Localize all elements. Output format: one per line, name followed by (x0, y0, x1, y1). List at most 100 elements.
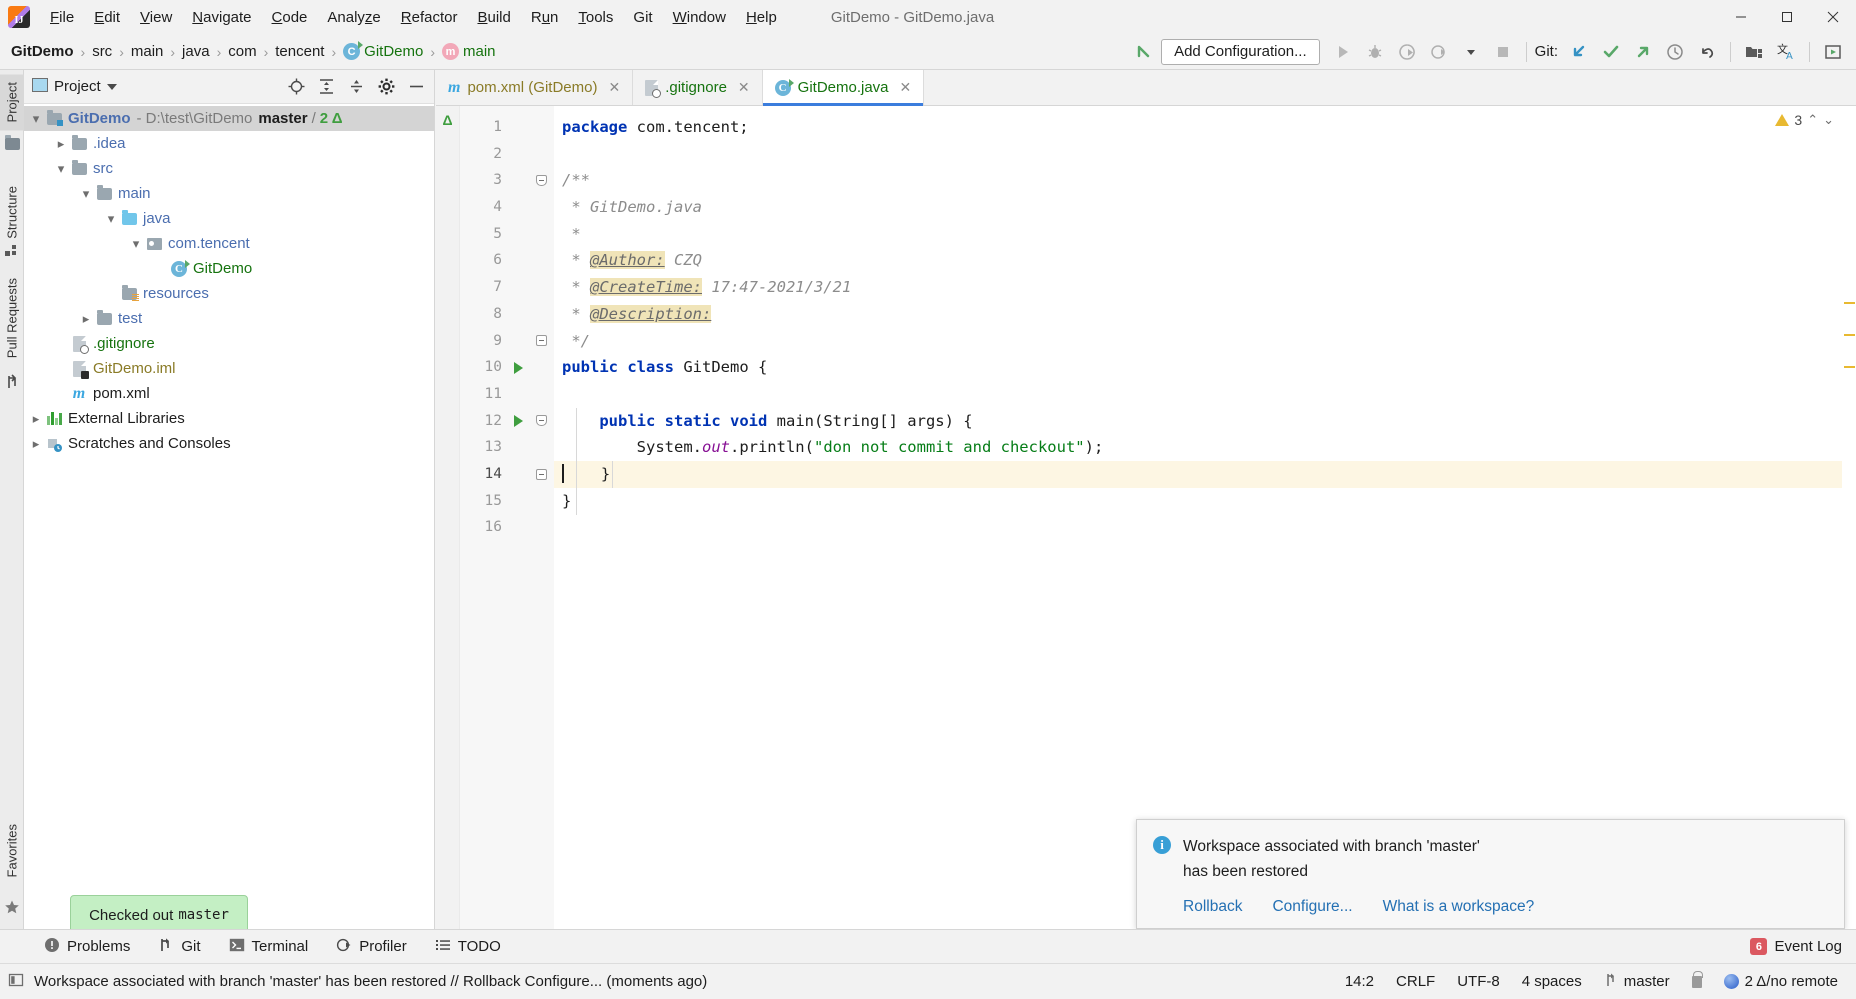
close-tab-icon[interactable]: ✕ (900, 79, 912, 96)
tree-node-gitdemo[interactable]: ▾ GitDemo - D:\test\GitDemo master/2 Δ (24, 106, 434, 131)
fold-toggle-icon[interactable] (528, 328, 554, 355)
next-problem-icon[interactable]: ⌄ (1823, 112, 1834, 128)
breadcrumb-item-main[interactable]: main (128, 41, 167, 62)
editor-tab-gitdemo-java[interactable]: C GitDemo.java ✕ (762, 70, 925, 106)
marker-rail[interactable] (1842, 142, 1856, 929)
add-configuration-button[interactable]: Add Configuration... (1161, 38, 1320, 65)
close-tab-icon[interactable]: ✕ (608, 79, 620, 96)
code-line[interactable]: /** (554, 167, 1856, 194)
marker-stripe[interactable] (1844, 366, 1855, 368)
menu-item-tools[interactable]: Tools (568, 5, 623, 30)
sidebar-item-pull-requests[interactable]: Pull Requests (0, 270, 24, 366)
breadcrumb-item-main[interactable]: m main (439, 41, 499, 62)
chevron-right-icon[interactable]: ▸ (28, 411, 44, 427)
tree-node-test[interactable]: ▸ test (24, 306, 434, 331)
code-line[interactable]: * @Description: (554, 301, 1856, 328)
debug-icon[interactable] (1360, 39, 1390, 65)
maximize-button[interactable] (1764, 0, 1810, 34)
chevron-right-icon[interactable]: ▸ (53, 136, 69, 152)
minimize-button[interactable] (1718, 0, 1764, 34)
tree-node--gitignore[interactable]: .gitignore (24, 331, 434, 356)
prev-problem-icon[interactable]: ⌃ (1807, 112, 1818, 128)
run-gutter[interactable] (508, 106, 528, 929)
fold-toggle-icon[interactable] (528, 461, 554, 488)
code-line[interactable]: * @Author: CZQ (554, 247, 1856, 274)
git-update-icon[interactable] (1564, 39, 1594, 65)
tool-window-git[interactable]: Git (144, 933, 214, 961)
run-with-coverage-icon[interactable] (1392, 39, 1422, 65)
code-editor[interactable]: Δ 1 2 3 4 5 6 7 8 9 10 11 12 13 14 15 16 package com.te… (436, 106, 1856, 929)
what-is-a-workspace-link[interactable]: What is a workspace? (1383, 898, 1535, 916)
menu-item-help[interactable]: Help (736, 5, 787, 30)
code-line[interactable]: public class GitDemo { (554, 354, 1856, 381)
event-log-button[interactable]: 6 Event Log (1750, 938, 1856, 955)
breadcrumb[interactable]: GitDemo › src › main › java › com › tencent › C GitDe… (8, 41, 499, 62)
tool-window-problems[interactable]: Problems (30, 933, 144, 961)
editor-tab--gitignore[interactable]: .gitignore ✕ (633, 70, 763, 105)
inspection-widget[interactable]: 3 ⌃ ⌄ (1775, 112, 1834, 128)
chevron-down-icon[interactable]: ▾ (128, 236, 144, 252)
line-separator[interactable]: CRLF (1396, 973, 1435, 990)
indent-setting[interactable]: 4 spaces (1522, 973, 1582, 990)
fold-toggle-icon[interactable] (528, 167, 554, 194)
translate-icon[interactable]: 文A (1771, 39, 1801, 65)
marker-stripe[interactable] (1844, 302, 1855, 304)
chevron-down-icon[interactable] (106, 83, 117, 90)
code-line[interactable] (554, 514, 1856, 541)
chevron-down-icon[interactable]: ▾ (103, 211, 119, 227)
tree-node-gitdemo-iml[interactable]: GitDemo.iml (24, 356, 434, 381)
menu-item-analyze[interactable]: Analyze (317, 5, 390, 30)
editor-tab-bar[interactable]: m pom.xml (GitDemo) ✕ .gitignore ✕ C GitDemo.j… (436, 70, 1856, 106)
code-line[interactable]: public static void main(String[] args) { (554, 408, 1856, 435)
tree-node-scratches-and-consoles[interactable]: ▸ Scratches and Consoles (24, 431, 434, 456)
status-toggle-icon[interactable] (8, 972, 24, 992)
code-line[interactable] (554, 381, 1856, 408)
menu-bar[interactable]: File Edit View Navigate Code Analyze Refactor B… (40, 5, 787, 30)
code-line[interactable]: */ (554, 328, 1856, 355)
breadcrumb-item-tencent[interactable]: tencent (272, 41, 327, 62)
tree-node-pom-xml[interactable]: m pom.xml (24, 381, 434, 406)
chevron-down-icon[interactable] (1456, 39, 1486, 65)
menu-item-navigate[interactable]: Navigate (182, 5, 261, 30)
git-push-icon[interactable] (1628, 39, 1658, 65)
rollback-link[interactable]: Rollback (1183, 898, 1242, 916)
menu-item-edit[interactable]: Edit (84, 5, 130, 30)
notification-balloon[interactable]: i Workspace associated with branch 'mast… (1136, 819, 1845, 929)
chevron-right-icon[interactable]: ▸ (28, 436, 44, 452)
git-rollback-icon[interactable] (1692, 39, 1722, 65)
code-line[interactable]: package com.tencent; (554, 114, 1856, 141)
tree-node-com-tencent[interactable]: ▾ com.tencent (24, 231, 434, 256)
lock-icon[interactable] (1691, 970, 1703, 988)
breadcrumb-item-gitdemo[interactable]: C GitDemo (340, 41, 426, 62)
stop-icon[interactable] (1488, 39, 1518, 65)
git-branch-widget[interactable]: master (1604, 972, 1670, 992)
chevron-down-icon[interactable]: ▾ (78, 186, 94, 202)
project-tree[interactable]: ▾ GitDemo - D:\test\GitDemo master/2 Δ ▸ .ide… (24, 104, 434, 456)
tree-node-java[interactable]: ▾ java (24, 206, 434, 231)
tree-node-gitdemo[interactable]: C GitDemo (24, 256, 434, 281)
tool-window-todo[interactable]: TODO (421, 933, 515, 961)
code-line[interactable]: System.out.println("don not commit and c… (554, 434, 1856, 461)
code-line[interactable]: * GitDemo.java (554, 194, 1856, 221)
menu-item-code[interactable]: Code (262, 5, 318, 30)
breadcrumb-item-java[interactable]: java (179, 41, 213, 62)
code-line[interactable]: } (554, 460, 1856, 488)
code-content[interactable]: package com.tencent; /** * GitDemo.java … (554, 106, 1856, 929)
tool-window-profiler[interactable]: Profiler (322, 933, 421, 961)
tree-node--idea[interactable]: ▸ .idea (24, 131, 434, 156)
chevron-right-icon[interactable]: ▸ (78, 311, 94, 327)
breadcrumb-item-com[interactable]: com (225, 41, 259, 62)
tree-node-external-libraries[interactable]: ▸ External Libraries (24, 406, 434, 431)
settings-icon[interactable] (372, 74, 400, 100)
configure-link[interactable]: Configure... (1272, 898, 1352, 916)
caret-position[interactable]: 14:2 (1345, 973, 1374, 990)
git-history-icon[interactable] (1660, 39, 1690, 65)
window-controls[interactable] (1718, 0, 1856, 34)
expand-all-icon[interactable] (312, 74, 340, 100)
chevron-down-icon[interactable]: ▾ (53, 161, 69, 177)
code-line[interactable]: * (554, 221, 1856, 248)
tree-node-src[interactable]: ▾ src (24, 156, 434, 181)
menu-item-git[interactable]: Git (623, 5, 662, 30)
run-line-icon[interactable] (508, 354, 528, 381)
menu-item-build[interactable]: Build (467, 5, 520, 30)
